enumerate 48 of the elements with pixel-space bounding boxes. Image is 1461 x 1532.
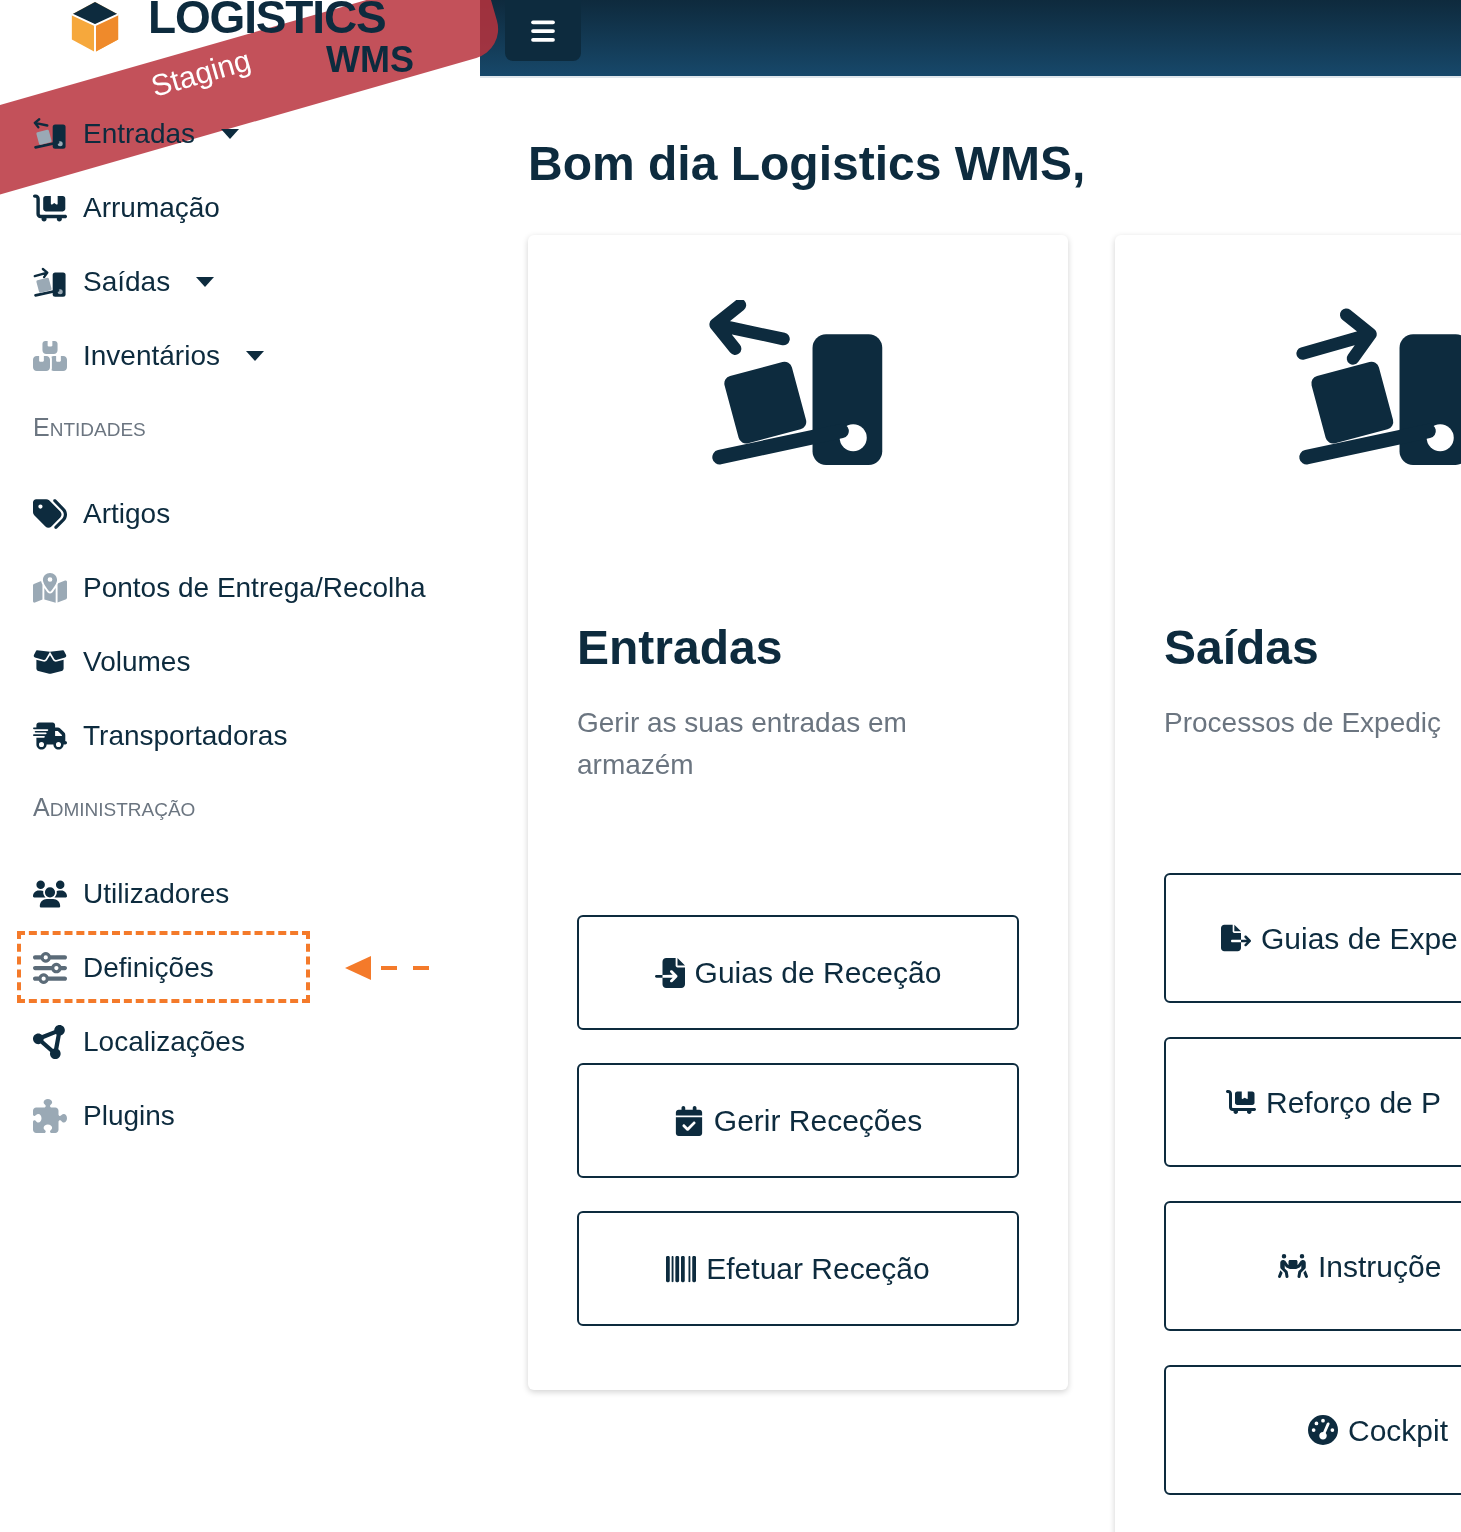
file-export-icon — [1221, 923, 1251, 953]
gauge-icon — [1308, 1415, 1338, 1445]
action-button[interactable]: Instruçõe — [1164, 1201, 1461, 1331]
person-carrying-box-icon — [1278, 1251, 1308, 1281]
map-icon — [33, 571, 67, 605]
caret-icon — [245, 351, 264, 361]
staging-label: Staging — [146, 42, 255, 105]
cart-icon — [1226, 1087, 1256, 1117]
nodes-icon — [33, 1025, 67, 1059]
section-heading: ADMINISTRAÇÃO — [33, 792, 196, 824]
card-description: Processos de Expediç — [1164, 706, 1443, 740]
sidebar-item[interactable]: Utilizadores — [32, 873, 230, 915]
caret-icon — [196, 277, 215, 287]
sidebar-item[interactable]: Arrumação — [32, 187, 220, 229]
dolly-icon — [33, 265, 67, 299]
boxes-icon — [33, 339, 67, 373]
logo-subtitle: WMS — [326, 42, 414, 78]
puzzle-icon — [33, 1099, 67, 1133]
caret-icon — [221, 129, 240, 139]
sidebar-item[interactable]: Plugins — [32, 1095, 175, 1137]
settings-icon — [33, 951, 67, 985]
action-button[interactable]: Reforço de P — [1164, 1037, 1461, 1167]
card-title: Entradas — [577, 620, 784, 676]
sidebar-item[interactable]: Saídas — [32, 261, 215, 303]
sidebar-item[interactable]: Transportadoras — [32, 715, 288, 757]
users-icon — [33, 877, 67, 911]
greeting: Bom dia Logistics WMS, — [528, 136, 1087, 192]
sidebar-item[interactable]: Volumes — [32, 641, 191, 683]
card-description: Gerir as suas entradas em armazém — [577, 706, 908, 782]
action-button[interactable]: Efetuar Receção — [577, 1211, 1019, 1326]
tags-icon — [33, 497, 67, 531]
section-heading: ENTIDADES — [33, 412, 146, 444]
truck-icon — [33, 719, 67, 753]
action-button[interactable]: Cockpit — [1164, 1365, 1461, 1495]
card-title: Saídas — [1164, 620, 1320, 676]
barcode-icon — [666, 1253, 697, 1284]
sidebar-item[interactable]: Definições — [32, 947, 214, 989]
sidebar-item[interactable]: Inventários — [32, 335, 264, 377]
sidebar-item[interactable]: Localizações — [32, 1021, 245, 1063]
sidebar-item[interactable]: Artigos — [32, 493, 171, 535]
calendar-check-icon — [673, 1105, 704, 1136]
action-button[interactable]: Guias de Receção — [577, 915, 1019, 1030]
action-button[interactable]: Gerir Receções — [577, 1063, 1019, 1178]
dolly-icon — [33, 117, 67, 151]
sidebar-item[interactable]: Pontos de Entrega/Recolha — [32, 567, 426, 609]
cart-icon — [33, 191, 67, 225]
action-button[interactable]: Guias de Expe — [1164, 873, 1461, 1003]
file-import-icon — [654, 957, 685, 988]
